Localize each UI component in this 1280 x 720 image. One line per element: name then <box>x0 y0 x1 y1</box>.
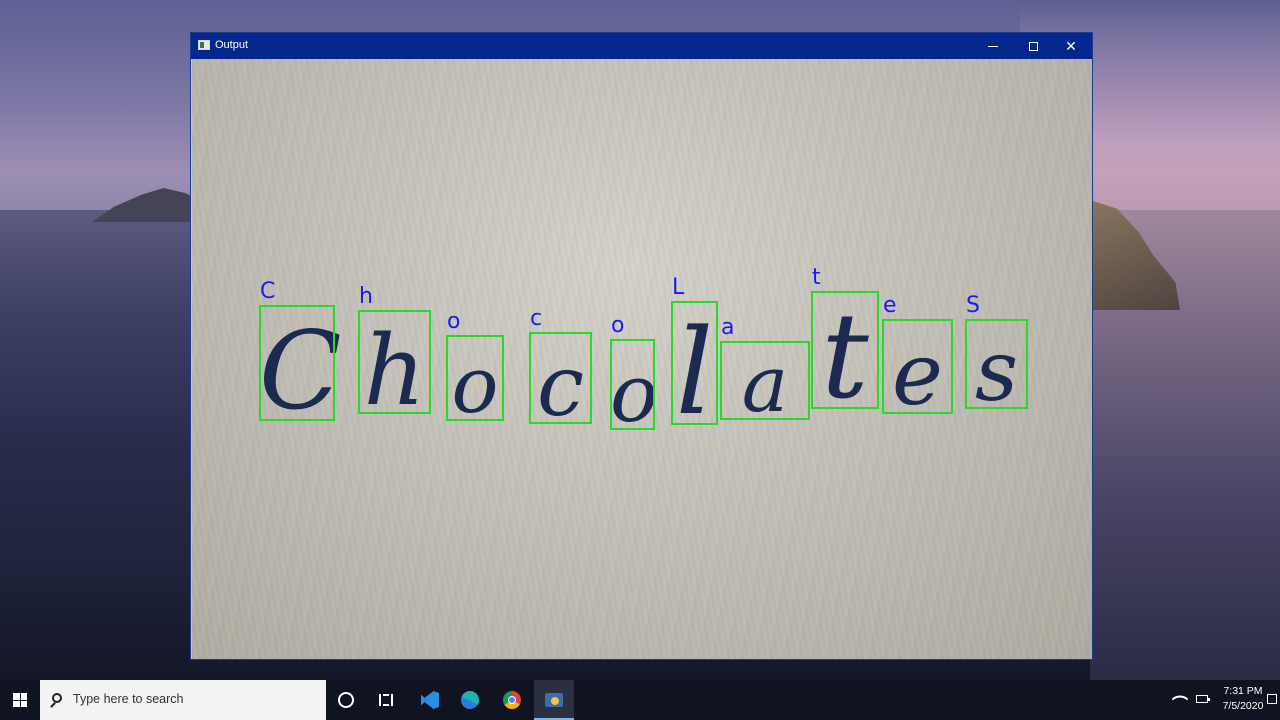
python-app-icon <box>545 693 563 707</box>
windows-logo-icon <box>13 693 27 707</box>
window-app-icon <box>198 40 210 50</box>
detection-label: h <box>359 284 373 309</box>
output-image: CChhooccoolLaatteesS <box>192 59 1092 659</box>
detection-box <box>720 341 810 420</box>
detection-label: o <box>447 309 461 334</box>
detection-box <box>882 319 953 414</box>
vscode-taskbar-button[interactable] <box>410 680 450 720</box>
close-button[interactable]: ✕ <box>1052 33 1090 59</box>
wifi-icon[interactable] <box>1171 690 1189 708</box>
edge-taskbar-button[interactable] <box>450 680 490 720</box>
detection-box <box>358 310 431 414</box>
search-placeholder: Type here to search <box>73 692 184 706</box>
system-tray: 7:31 PM 7/5/2020 <box>1170 680 1280 720</box>
minimize-button[interactable] <box>974 33 1012 59</box>
taskbar-clock[interactable]: 7:31 PM 7/5/2020 <box>1218 684 1268 714</box>
maximize-icon <box>1028 41 1038 51</box>
detection-box <box>811 291 879 409</box>
detection-box <box>671 301 718 425</box>
battery-icon[interactable] <box>1196 695 1210 703</box>
window-titlebar[interactable]: Output ✕ <box>191 33 1092 59</box>
detection-label: C <box>260 279 276 304</box>
detection-label: t <box>812 265 821 290</box>
window-title: Output <box>215 39 249 51</box>
detection-label: S <box>966 293 980 318</box>
search-icon <box>52 693 62 703</box>
cortana-icon <box>338 692 354 708</box>
detection-label: L <box>672 275 685 300</box>
edge-icon <box>461 691 479 709</box>
detection-box <box>965 319 1028 409</box>
detection-box <box>259 305 335 421</box>
taskbar-search-box[interactable]: Type here to search <box>40 680 326 720</box>
task-view-button[interactable] <box>366 680 406 720</box>
close-icon: ✕ <box>1065 37 1077 54</box>
task-view-icon <box>379 694 393 706</box>
maximize-button[interactable] <box>1014 33 1052 59</box>
minimize-icon <box>988 45 998 47</box>
notification-icon[interactable] <box>1267 694 1277 704</box>
detection-box <box>610 339 655 430</box>
clock-time: 7:31 PM <box>1223 685 1263 697</box>
python-app-taskbar-button[interactable] <box>534 680 574 720</box>
detection-label: a <box>721 315 735 340</box>
detection-label: c <box>530 306 543 331</box>
detection-box <box>529 332 592 424</box>
taskbar: Type here to search 7:31 PM 7/5/2020 <box>0 680 1280 720</box>
detection-label: e <box>883 293 897 318</box>
chrome-icon <box>503 691 521 709</box>
cortana-button[interactable] <box>326 680 366 720</box>
output-window[interactable]: Output ✕ CChhooccoolLaatteesS <box>190 32 1093 660</box>
detection-label: o <box>611 313 625 338</box>
start-button[interactable] <box>0 680 40 720</box>
vscode-icon <box>421 691 439 709</box>
detection-box <box>446 335 504 421</box>
chrome-taskbar-button[interactable] <box>492 680 532 720</box>
clock-date: 7/5/2020 <box>1222 700 1264 712</box>
wallpaper-island <box>92 188 202 222</box>
